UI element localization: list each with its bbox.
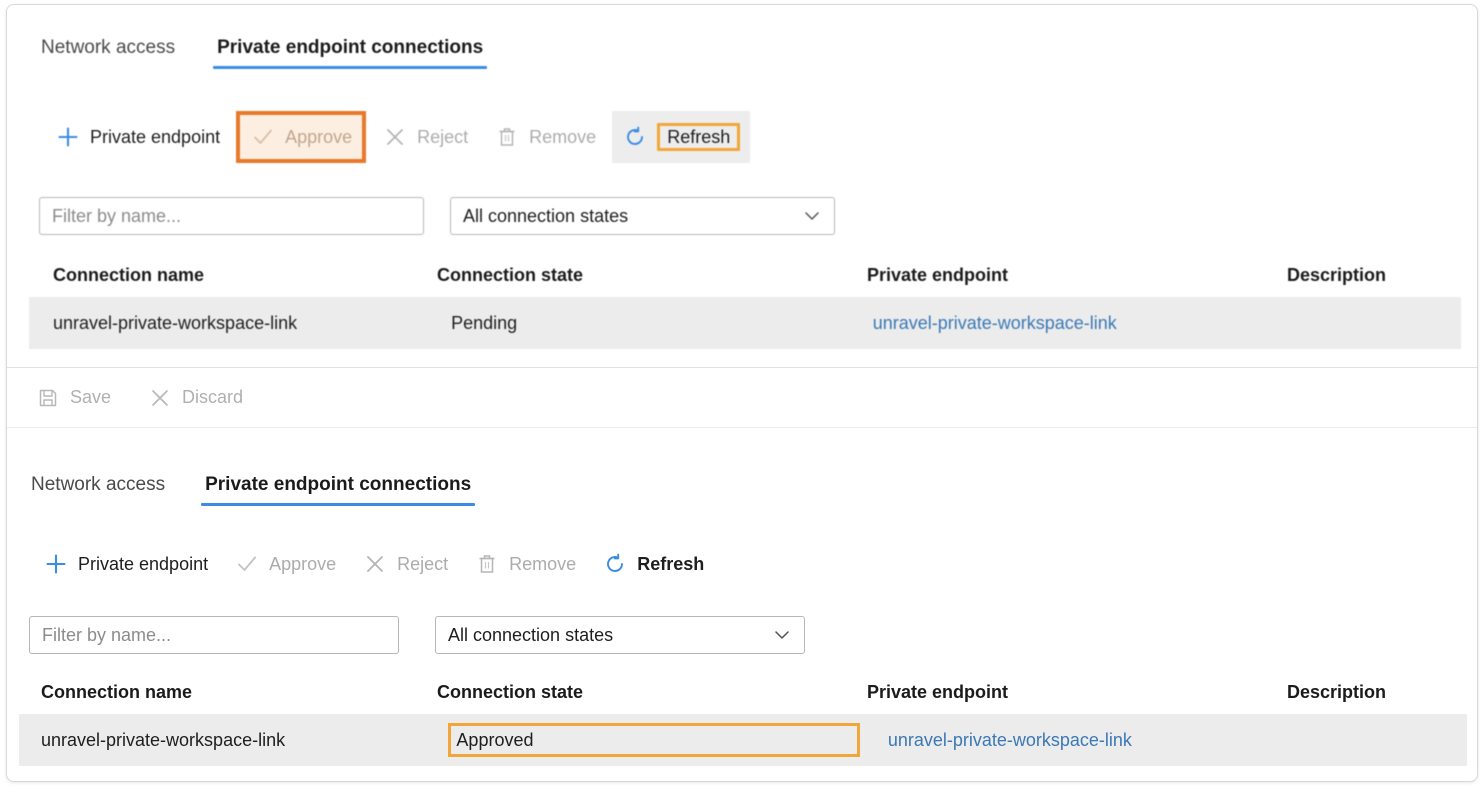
- connection-state-dropdown[interactable]: All connection states: [450, 197, 835, 235]
- screenshot-root: Network access Private endpoint connecti…: [0, 0, 1484, 786]
- checkmark-icon: [250, 124, 276, 150]
- remove-button: Remove: [464, 544, 586, 584]
- trash-icon: [494, 124, 520, 150]
- reject-label: Reject: [397, 554, 449, 574]
- bottom-panel: Save Discard Network access Private endp…: [7, 367, 1477, 781]
- column-header-connection-name: Connection name: [41, 681, 193, 702]
- reject-button: Reject: [352, 544, 458, 584]
- tab-label: Network access: [41, 37, 176, 58]
- filter-by-name-input[interactable]: Filter by name...: [39, 197, 424, 235]
- plus-icon: [43, 551, 69, 577]
- table-row[interactable]: unravel-private-workspace-link Pending u…: [29, 297, 1461, 349]
- top-panel: Network access Private endpoint connecti…: [7, 5, 1477, 363]
- tab-label: Private endpoint connections: [217, 37, 484, 58]
- discard-label: Discard: [182, 387, 244, 407]
- refresh-icon: [602, 551, 628, 577]
- tab-label: Network access: [31, 474, 166, 495]
- remove-label: Remove: [509, 554, 577, 574]
- save-icon: [35, 385, 61, 411]
- column-header-description: Description: [1287, 681, 1387, 702]
- filter-by-name-placeholder: Filter by name...: [52, 205, 182, 226]
- reject-button: Reject: [372, 117, 478, 157]
- save-discard-bar: Save Discard: [7, 368, 1477, 428]
- tab-private-endpoint-connections[interactable]: Private endpoint connections: [213, 37, 488, 69]
- table-header-row: Connection name Connection state Private…: [7, 253, 1477, 297]
- connection-state-selected: All connection states: [463, 205, 629, 226]
- table-row[interactable]: unravel-private-workspace-link Approved …: [19, 714, 1467, 766]
- approve-button: Approve: [236, 111, 367, 163]
- private-endpoint-button[interactable]: Private endpoint: [33, 544, 218, 584]
- cell-private-endpoint-link[interactable]: unravel-private-workspace-link: [878, 714, 1297, 766]
- cell-connection-name: unravel-private-workspace-link: [53, 312, 298, 333]
- connection-state-selected: All connection states: [448, 624, 614, 645]
- connection-state-highlight: Approved: [448, 723, 861, 757]
- cell-description: [1285, 297, 1461, 349]
- column-header-connection-state: Connection state: [437, 264, 584, 285]
- cross-icon: [362, 551, 388, 577]
- bottom-table: Connection name Connection state Private…: [7, 670, 1477, 766]
- approve-label: Approve: [285, 127, 353, 147]
- column-header-private-endpoint: Private endpoint: [867, 264, 1009, 285]
- tab-label: Private endpoint connections: [205, 474, 472, 495]
- tab-network-access[interactable]: Network access: [27, 474, 169, 506]
- column-header-description: Description: [1287, 264, 1387, 285]
- tab-private-endpoint-connections[interactable]: Private endpoint connections: [201, 474, 476, 506]
- approve-button: Approve: [224, 544, 346, 584]
- top-table: Connection name Connection state Private…: [7, 253, 1477, 349]
- refresh-label: Refresh: [637, 554, 705, 574]
- table-header-row: Connection name Connection state Private…: [7, 670, 1477, 714]
- top-toolbar: Private endpoint Approve Reject Remove R…: [45, 111, 751, 163]
- private-endpoint-label: Private endpoint: [90, 127, 221, 147]
- top-filter-row: Filter by name... All connection states: [39, 197, 835, 235]
- remove-button: Remove: [484, 117, 606, 157]
- tab-network-access[interactable]: Network access: [37, 37, 179, 69]
- chevron-down-icon: [802, 206, 822, 226]
- outer-frame: Network access Private endpoint connecti…: [6, 4, 1478, 782]
- connection-state-dropdown[interactable]: All connection states: [435, 616, 805, 654]
- cell-connection-state: Approved: [448, 714, 877, 766]
- refresh-button[interactable]: Refresh: [612, 111, 751, 163]
- private-endpoint-label: Private endpoint: [78, 554, 209, 574]
- refresh-button[interactable]: Refresh: [592, 544, 714, 584]
- bottom-filter-row: Filter by name... All connection states: [29, 616, 805, 654]
- remove-label: Remove: [529, 127, 597, 147]
- reject-label: Reject: [417, 127, 469, 147]
- filter-by-name-placeholder: Filter by name...: [42, 624, 172, 645]
- plus-icon: [55, 124, 81, 150]
- column-header-private-endpoint: Private endpoint: [867, 681, 1009, 702]
- refresh-icon: [622, 124, 648, 150]
- approve-label: Approve: [269, 554, 337, 574]
- column-header-connection-state: Connection state: [437, 681, 584, 702]
- cell-connection-state: Pending: [451, 312, 518, 333]
- checkmark-icon: [234, 551, 260, 577]
- cell-description: [1297, 714, 1467, 766]
- discard-button: Discard: [137, 378, 253, 418]
- column-header-connection-name: Connection name: [53, 264, 205, 285]
- refresh-label: Refresh: [657, 123, 741, 151]
- chevron-down-icon: [772, 625, 792, 645]
- save-label: Save: [70, 387, 112, 407]
- filter-by-name-input[interactable]: Filter by name...: [29, 616, 399, 654]
- top-tab-strip: Network access Private endpoint connecti…: [37, 27, 488, 69]
- connection-state-value: Approved: [456, 729, 534, 750]
- cell-connection-name: unravel-private-workspace-link: [41, 729, 286, 750]
- save-button: Save: [25, 378, 121, 418]
- bottom-toolbar: Private endpoint Approve Reject Remove R…: [33, 544, 714, 584]
- cross-icon: [382, 124, 408, 150]
- bottom-tab-strip: Network access Private endpoint connecti…: [27, 464, 476, 506]
- cell-private-endpoint-link[interactable]: unravel-private-workspace-link: [873, 297, 1285, 349]
- private-endpoint-button[interactable]: Private endpoint: [45, 117, 230, 157]
- cross-icon: [147, 385, 173, 411]
- trash-icon: [474, 551, 500, 577]
